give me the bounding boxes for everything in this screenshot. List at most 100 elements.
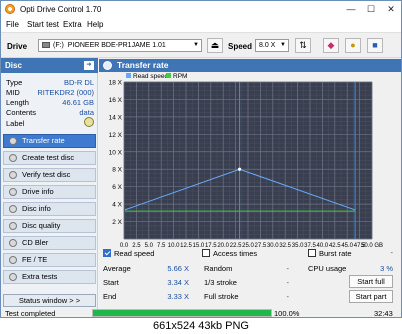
full-stroke-label: Full stroke	[204, 292, 239, 301]
cpu-usage-label: CPU usage	[308, 264, 347, 273]
label-edit-icon[interactable]	[84, 117, 94, 127]
copy-icon[interactable]: ●	[345, 38, 361, 53]
legend-label-rpm: RPM	[173, 73, 187, 80]
panel-title: Transfer rate	[117, 60, 169, 70]
y-tick-label: 12 X	[109, 132, 123, 139]
start-label: Start	[103, 278, 119, 287]
cpu-usage-value: 3 %	[380, 264, 393, 273]
maximize-button[interactable]: ☐	[361, 3, 381, 15]
drive-select[interactable]: (F:) PIONEER BDE-PR1JAME 1.01 ▼	[38, 39, 202, 52]
status-text: Test completed	[5, 309, 56, 318]
transfer-rate-chart: 2 X4 X6 X8 X 10 X 12 X 14 X 16 X 18 X 0.0 2.5 5.…	[99, 72, 401, 249]
disc-mid-label: MID	[6, 88, 20, 97]
disc-type-label: Type	[6, 78, 23, 87]
refresh-icon[interactable]: ⇅	[295, 38, 311, 53]
y-tick-label: 18 X	[109, 80, 123, 87]
y-tick-label: 14 X	[109, 114, 123, 121]
burst-rate-value: -	[390, 248, 394, 257]
chart-options: Read speed Access times Burst rate -	[99, 248, 401, 260]
transfer-rate-icon	[103, 61, 112, 70]
sidebar-item-create-test-disc[interactable]: Create test disc	[3, 151, 96, 165]
sidebar-item-label: Extra tests	[22, 272, 58, 281]
legend-label-read-speed: Read speed	[133, 73, 168, 80]
start-value: 3.34 X	[167, 278, 189, 287]
burst-rate-check-label: Burst rate	[319, 249, 352, 258]
average-label: Average	[103, 264, 131, 273]
arrow-right-icon[interactable]: ➜	[84, 61, 94, 70]
create-test-disc-icon	[9, 154, 17, 162]
save-icon[interactable]: ■	[367, 38, 383, 53]
speed-label: Speed	[228, 42, 253, 51]
erase-icon[interactable]: ◆	[323, 38, 339, 53]
menu-extra[interactable]: Extra	[63, 20, 82, 29]
sidebar-item-label: Transfer rate	[22, 136, 65, 145]
chevron-down-icon: ▼	[280, 42, 286, 48]
third-stroke-label: 1/3 stroke	[204, 278, 237, 287]
sidebar: Disc ➜ Type BD-R DL MID RITEKDR2 (000) L…	[1, 58, 98, 309]
app-logo-icon	[5, 4, 15, 14]
drive-label: Drive	[7, 42, 28, 51]
legend-swatch-read-speed	[126, 73, 131, 78]
y-tick-label: 8 X	[112, 167, 122, 174]
sidebar-item-transfer-rate[interactable]: Transfer rate	[3, 134, 96, 148]
menu-file[interactable]: File	[6, 20, 19, 29]
menu-start-test[interactable]: Start test	[27, 20, 59, 29]
sidebar-item-cd-bler[interactable]: CD Bler	[3, 236, 96, 250]
access-times-checkbox[interactable]	[202, 249, 210, 257]
sidebar-item-disc-quality[interactable]: Disc quality	[3, 219, 96, 233]
read-speed-checkbox[interactable]	[103, 249, 111, 257]
sidebar-item-verify-test-disc[interactable]: Verify test disc	[3, 168, 96, 182]
main-panel: Transfer rate 2 X 4 X 6 X 8 X 10 X 12 X 14 X 16…	[99, 58, 401, 309]
sidebar-item-extra-tests[interactable]: Extra tests	[3, 270, 96, 284]
legend-swatch-rpm	[166, 73, 171, 78]
drive-info-icon	[9, 188, 17, 196]
sidebar-item-label: Disc quality	[22, 221, 61, 230]
data-point-peak	[237, 167, 242, 171]
disc-mid-row: MID RITEKDR2 (000)	[6, 88, 94, 97]
sidebar-item-disc-info[interactable]: Disc info	[3, 202, 96, 216]
sidebar-item-fe-te[interactable]: FE / TE	[3, 253, 96, 267]
app-window: Opti Drive Control 1.70 — ☐ ✕ File Start…	[0, 0, 402, 318]
start-full-button[interactable]: Start full	[349, 275, 393, 288]
y-tick-label: 16 X	[109, 97, 123, 104]
sidebar-item-label: Drive info	[22, 187, 54, 196]
title-bar: Opti Drive Control 1.70 — ☐ ✕	[1, 1, 401, 18]
sidebar-item-label: Create test disc	[22, 153, 75, 162]
average-value: 5.66 X	[167, 264, 189, 273]
disc-contents-value: data	[79, 108, 94, 117]
eject-icon[interactable]: ⏏	[207, 38, 223, 53]
disc-type-row: Type BD-R DL	[6, 78, 94, 87]
sidebar-item-label: Verify test disc	[22, 170, 71, 179]
disc-length-row: Length 46.61 GB	[6, 98, 94, 107]
end-value: 3.33 X	[167, 292, 189, 301]
status-bar: Test completed 100.0% 32:43	[1, 309, 401, 318]
minimize-button[interactable]: —	[341, 3, 361, 15]
chevron-down-icon: ▼	[193, 42, 199, 48]
start-part-button[interactable]: Start part	[349, 290, 393, 303]
y-tick-label: 2 X	[112, 219, 122, 226]
sidebar-item-label: CD Bler	[22, 238, 49, 247]
close-button[interactable]: ✕	[381, 3, 401, 15]
disc-panel-header: Disc ➜	[1, 58, 98, 73]
third-stroke-value: -	[286, 278, 290, 287]
sidebar-item-label: Disc info	[22, 204, 51, 213]
full-stroke-value: -	[286, 292, 290, 301]
disc-contents-label: Contents	[6, 108, 37, 117]
burst-rate-checkbox[interactable]	[308, 249, 316, 257]
read-speed-check-label: Read speed	[114, 249, 155, 258]
end-label: End	[103, 292, 117, 301]
disc-length-label: Length	[6, 98, 29, 107]
chart-svg: 2 X4 X6 X8 X10 X12 X14 X16 X18 X0.0 2.5 5.…	[109, 73, 383, 249]
speed-select[interactable]: 8.0 X ▼	[255, 39, 289, 52]
toolbar: Drive (F:) PIONEER BDE-PR1JAME 1.01 ▼ ⏏ …	[1, 32, 401, 58]
speed-value: 8.0 X	[259, 42, 276, 49]
disc-quality-icon	[9, 222, 17, 230]
drive-letter: (F:)	[53, 42, 64, 49]
y-tick-label: 4 X	[112, 202, 122, 209]
status-window-button[interactable]: Status window > >	[3, 294, 96, 307]
sidebar-item-drive-info[interactable]: Drive info	[3, 185, 96, 199]
menu-help[interactable]: Help	[87, 20, 103, 29]
disc-mid-value: RITEKDR2 (000)	[37, 88, 94, 97]
y-tick-label: 10 X	[109, 149, 123, 156]
sidebar-item-label: FE / TE	[22, 255, 48, 264]
